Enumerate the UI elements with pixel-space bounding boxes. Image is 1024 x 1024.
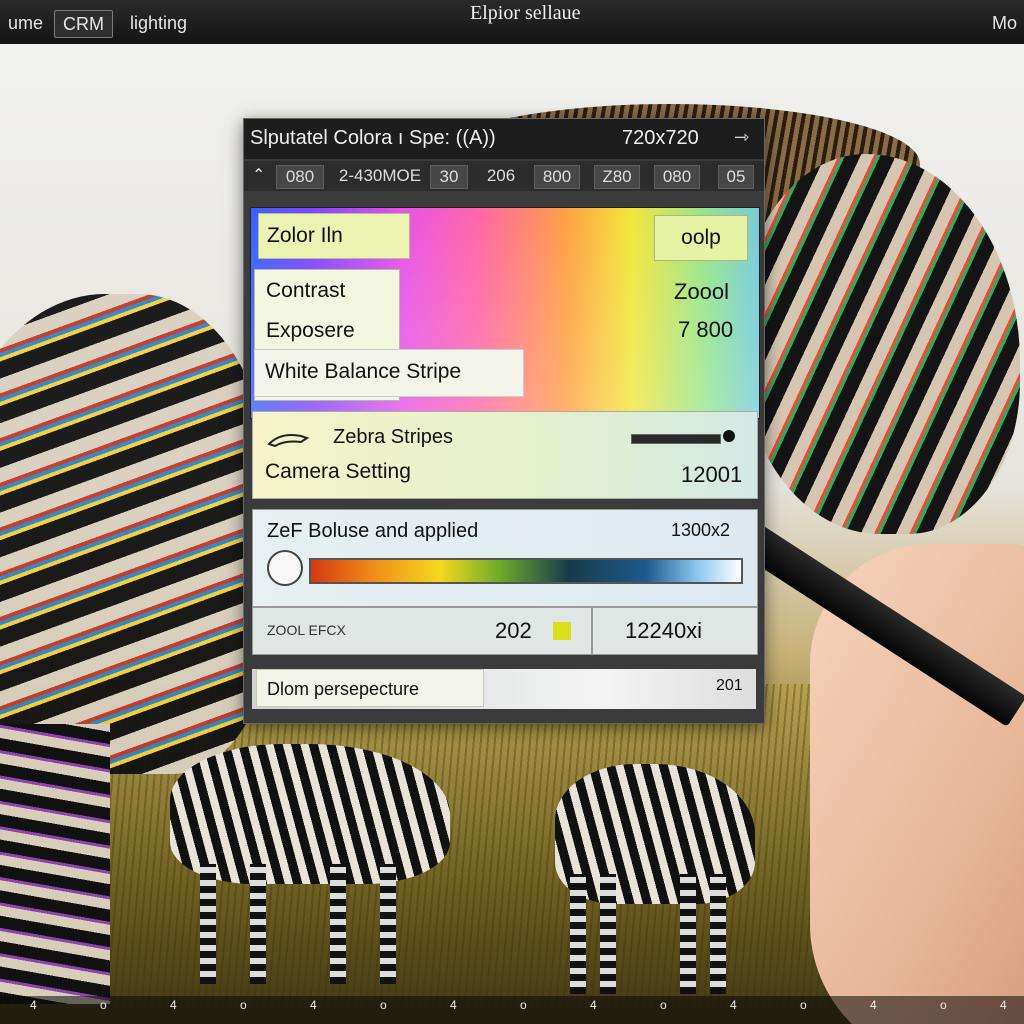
- ruler-tick: o: [100, 998, 107, 1012]
- timeline-ruler[interactable]: 4 o 4 o 4 o 4 o 4 o 4 o 4 o 4: [0, 996, 1024, 1024]
- top-toolbar: ume CRM lighting Elpior sellaue Mo: [0, 0, 1024, 45]
- color-swatch[interactable]: [553, 622, 571, 640]
- panel-header[interactable]: Slputatel Colora ı Spe: ((A)) 720x720 ⇾: [244, 119, 764, 159]
- zebra-leg: [710, 874, 726, 994]
- apply-row[interactable]: ZeF Boluse and applied 1300x2: [252, 509, 758, 607]
- toolbar-field[interactable]: 05: [718, 165, 754, 189]
- zebra-leg: [330, 864, 346, 984]
- zebra-leg: [250, 864, 266, 984]
- zebra-leg: [380, 864, 396, 984]
- zoom-effects-value[interactable]: 202: [495, 618, 532, 644]
- exposure-label: Exposere: [266, 319, 355, 342]
- ruler-tick: 4: [170, 998, 177, 1012]
- tab-home[interactable]: ume: [0, 10, 51, 36]
- ruler-tick: 4: [1000, 998, 1007, 1012]
- toolbar-field[interactable]: 800: [534, 165, 580, 189]
- ruler-tick: o: [520, 998, 527, 1012]
- zebra-small-center: [170, 744, 450, 884]
- apply-value: 1300x2: [671, 520, 731, 540]
- toolbar-field[interactable]: 080: [276, 165, 324, 189]
- color-in-label[interactable]: Zolor Iln: [258, 213, 410, 259]
- perspective-value: 201: [716, 677, 743, 694]
- zebra-head-right: [740, 154, 1020, 534]
- arrow-right-icon[interactable]: ⇾: [734, 127, 749, 148]
- zebra-leg: [680, 874, 696, 994]
- panel-title: Slputatel Colora ı Spe: ((A)): [250, 127, 496, 149]
- zebra-leg: [600, 874, 616, 994]
- gradient-knob[interactable]: [267, 550, 303, 586]
- exposure-value: 7 800: [678, 317, 734, 342]
- white-balance-button[interactable]: White Balance Stripe: [254, 349, 524, 397]
- perspective-button[interactable]: Dlom persepecture: [256, 669, 484, 707]
- contrast-label: Contrast: [266, 279, 346, 302]
- ruler-tick: 4: [870, 998, 877, 1012]
- color-value-field[interactable]: oolp: [654, 215, 748, 261]
- tab-lighting[interactable]: lighting: [122, 10, 195, 36]
- ruler-tick: o: [660, 998, 667, 1012]
- chevron-up-icon[interactable]: ⌃: [252, 165, 265, 185]
- ruler-tick: o: [800, 998, 807, 1012]
- color-settings-panel: Slputatel Colora ı Spe: ((A)) 720x720 ⇾ …: [243, 118, 765, 724]
- toolbar-field[interactable]: 2-430MOE: [330, 165, 430, 187]
- zebra-body-left: [0, 294, 270, 774]
- zebra-stripes-row[interactable]: Zebra Stripes Camera Setting 12001: [252, 411, 758, 499]
- camera-setting-label: Camera Setting: [265, 460, 411, 483]
- ruler-tick: 4: [310, 998, 317, 1012]
- zebra-leg-left: [0, 724, 110, 1004]
- toolbar-field[interactable]: 080: [654, 165, 700, 189]
- zoom-effects-right-value: 12240xi: [625, 618, 703, 643]
- gradient-bar[interactable]: [309, 558, 743, 584]
- white-balance-label: White Balance Stripe: [265, 360, 462, 383]
- panel-size-readout: 720x720: [622, 127, 699, 149]
- tab-crm[interactable]: CRM: [54, 10, 113, 38]
- window-title: Elpior sellaue: [470, 2, 581, 24]
- ruler-tick: 4: [730, 998, 737, 1012]
- camera-setting-value: 12001: [681, 462, 743, 487]
- ruler-tick: o: [380, 998, 387, 1012]
- zebra-slider-track[interactable]: [631, 434, 721, 444]
- tab-more[interactable]: Mo: [984, 10, 1024, 36]
- toolbar-field[interactable]: 30: [430, 165, 468, 189]
- toolbar-field[interactable]: Z80: [594, 165, 640, 189]
- contrast-value: Zoool: [674, 279, 730, 304]
- zoom-effects-row: ZOOL EFCX 202 12240xi: [252, 607, 758, 655]
- ruler-tick: 4: [590, 998, 597, 1012]
- zebra-stripes-label: Zebra Stripes: [333, 426, 454, 448]
- zebra-leg: [570, 874, 586, 994]
- brush-icon: [267, 434, 310, 448]
- zoom-effects-label: ZOOL EFCX: [267, 622, 346, 638]
- ruler-tick: 4: [30, 998, 37, 1012]
- perspective-row: Dlom persepecture 201: [252, 669, 756, 709]
- divider: [591, 608, 593, 654]
- zebra-slider-thumb[interactable]: [723, 430, 735, 442]
- ruler-tick: o: [240, 998, 247, 1012]
- panel-toolbar: ⌃ 080 2-430MOE 30 206 800 Z80 080 05: [244, 161, 764, 191]
- toolbar-field[interactable]: 206: [476, 165, 526, 187]
- apply-label: ZeF Boluse and applied: [267, 520, 479, 542]
- ruler-tick: o: [940, 998, 947, 1012]
- ruler-tick: 4: [450, 998, 457, 1012]
- zebra-leg: [200, 864, 216, 984]
